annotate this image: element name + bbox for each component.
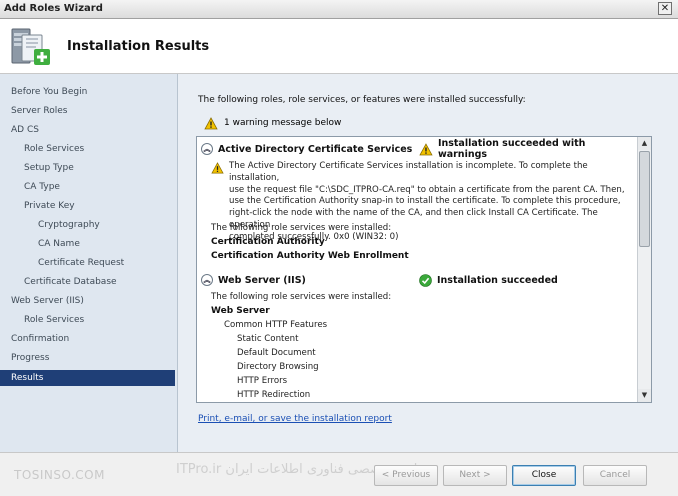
installed-feature: HTTP Errors xyxy=(237,376,288,386)
warning-line: The Active Directory Certificate Service… xyxy=(229,161,588,183)
intro-text: The following roles, role services, or f… xyxy=(198,95,526,105)
installed-feature: Default Document xyxy=(237,348,316,358)
scroll-down-arrow-icon[interactable]: ▼ xyxy=(638,389,651,402)
window-close-button[interactable]: ✕ xyxy=(658,2,672,15)
window-titlebar: Add Roles Wizard ✕ xyxy=(0,0,678,19)
nav-step-label: CA Name xyxy=(38,239,80,249)
nav-step-results[interactable]: Results xyxy=(0,370,175,386)
nav-step-label: Confirmation xyxy=(11,334,70,344)
nav-step-label: Before You Begin xyxy=(11,87,88,97)
results-content: The following roles, role services, or f… xyxy=(178,74,678,452)
cancel-button[interactable]: Cancel xyxy=(583,465,647,486)
window-title: Add Roles Wizard xyxy=(4,3,103,14)
collapse-chevron-icon[interactable]: ︽ xyxy=(201,143,213,155)
nav-step-cryptography[interactable]: Cryptography xyxy=(0,217,175,233)
warning-summary: 1 warning message below xyxy=(204,115,341,131)
next-button[interactable]: Next > xyxy=(443,465,507,486)
scroll-up-arrow-icon[interactable]: ▲ xyxy=(638,137,651,150)
nav-step-setup-type[interactable]: Setup Type xyxy=(0,160,175,176)
results-scrollbar[interactable]: ▲ ▼ xyxy=(637,137,651,402)
nav-step-label: Cryptography xyxy=(38,220,100,230)
installed-feature: HTTP Redirection xyxy=(237,390,311,400)
collapse-chevron-icon[interactable]: ︽ xyxy=(201,274,213,286)
nav-step-certificate-database[interactable]: Certificate Database xyxy=(0,274,175,290)
installed-subgroup: Common HTTP Features xyxy=(224,320,328,330)
nav-step-label: Server Roles xyxy=(11,106,68,116)
nav-step-label: Results xyxy=(11,373,44,383)
scroll-thumb[interactable] xyxy=(639,151,650,247)
section-ad-cs-name: Active Directory Certificate Services xyxy=(218,143,413,155)
nav-step-ca-type[interactable]: CA Type xyxy=(0,179,175,195)
results-list: ︽ Active Directory Certificate Services … xyxy=(197,137,637,402)
warning-icon xyxy=(419,142,433,155)
nav-step-private-key[interactable]: Private Key xyxy=(0,198,175,214)
server-add-icon xyxy=(11,28,50,65)
installed-feature: Static Content xyxy=(237,334,299,344)
installed-service: Certification Authority xyxy=(211,237,325,247)
nav-step-label: Certificate Database xyxy=(24,277,117,287)
nav-step-server-roles[interactable]: Server Roles xyxy=(0,103,175,119)
nav-step-web-server[interactable]: Web Server (IIS) xyxy=(0,293,175,309)
nav-step-before-you-begin[interactable]: Before You Begin xyxy=(0,84,175,100)
nav-step-label: Private Key xyxy=(24,201,75,211)
section-ad-cs-header[interactable]: ︽ Active Directory Certificate Services xyxy=(201,141,412,157)
check-circle-icon xyxy=(419,273,432,287)
warning-line: use the Certification Authority snap-in … xyxy=(229,196,621,207)
section-ad-cs-status: Installation succeeded with warnings xyxy=(419,138,637,160)
nav-step-role-services[interactable]: Role Services xyxy=(0,141,175,157)
page-title: Installation Results xyxy=(67,39,210,54)
section-ad-cs-status-text: Installation succeeded with warnings xyxy=(437,138,586,160)
wizard-footer: TOSINSO.COM سایت تخصصی فناوری اطلاعات ای… xyxy=(0,452,678,496)
nav-step-ad-cs[interactable]: AD CS xyxy=(0,122,175,138)
results-panel[interactable]: ︽ Active Directory Certificate Services … xyxy=(196,136,652,403)
installed-feature: Directory Browsing xyxy=(237,362,319,372)
installation-report-link[interactable]: Print, e-mail, or save the installation … xyxy=(198,414,392,424)
nav-step-label: Role Services xyxy=(24,315,85,325)
warning-icon xyxy=(204,116,218,129)
watermark-left: TOSINSO.COM xyxy=(14,468,105,482)
nav-step-certificate-request[interactable]: Certificate Request xyxy=(0,255,175,271)
nav-step-label: Certificate Request xyxy=(38,258,125,268)
nav-step-label: Setup Type xyxy=(24,163,74,173)
wizard-step-nav: Before You Begin Server Roles AD CS Role… xyxy=(0,74,178,452)
installed-label: The following role services were install… xyxy=(211,223,392,233)
nav-step-progress[interactable]: Progress xyxy=(0,350,175,366)
nav-step-confirmation[interactable]: Confirmation xyxy=(0,331,175,347)
nav-step-web-role-services[interactable]: Role Services xyxy=(0,312,175,328)
warning-line: use the request file "C:\SDC_ITPRO-CA.re… xyxy=(229,184,625,195)
nav-step-ca-name[interactable]: CA Name xyxy=(0,236,175,252)
wizard-header: Installation Results xyxy=(0,19,678,74)
installed-label: The following role services were install… xyxy=(211,292,392,302)
section-iis-name: Web Server (IIS) xyxy=(218,274,306,286)
nav-step-label: Progress xyxy=(11,353,50,363)
section-iis-status-text: Installation succeeded xyxy=(437,274,558,286)
nav-step-label: CA Type xyxy=(24,182,60,192)
section-iis-status: Installation succeeded xyxy=(419,272,558,288)
previous-button[interactable]: < Previous xyxy=(374,465,438,486)
close-button[interactable]: Close xyxy=(512,465,576,486)
warning-summary-text: 1 warning message below xyxy=(224,118,342,128)
nav-step-label: Web Server (IIS) xyxy=(11,296,84,306)
nav-step-label: Role Services xyxy=(24,144,85,154)
installed-group: Web Server xyxy=(211,306,270,316)
section-iis-header[interactable]: ︽ Web Server (IIS) xyxy=(201,272,306,288)
installed-service: Certification Authority Web Enrollment xyxy=(211,251,409,261)
nav-step-label: AD CS xyxy=(11,125,39,135)
warning-icon xyxy=(211,162,224,174)
